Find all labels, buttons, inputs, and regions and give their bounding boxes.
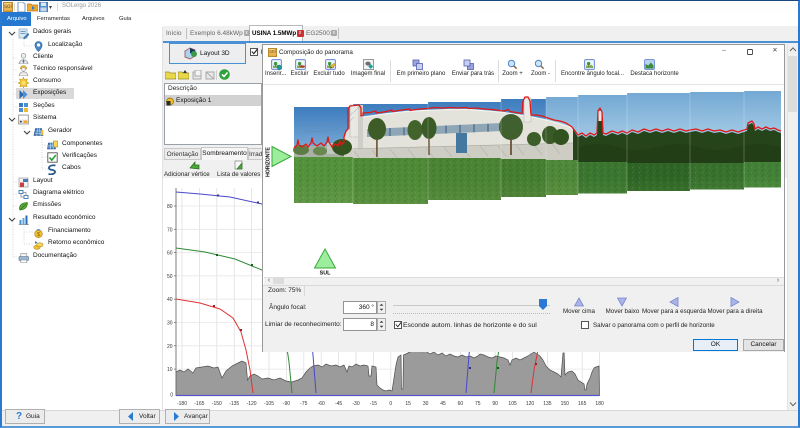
svg-text:-30: -30 (352, 401, 359, 407)
svg-text:-135: -135 (229, 401, 239, 407)
svg-text:70: 70 (167, 227, 173, 233)
svg-text:150: 150 (561, 401, 570, 407)
svg-text:30: 30 (167, 321, 173, 327)
svg-text:-120: -120 (247, 401, 257, 407)
svg-text:-75: -75 (300, 401, 307, 407)
svg-text:-150: -150 (212, 401, 222, 407)
svg-text:-45: -45 (335, 401, 342, 407)
svg-text:80: 80 (167, 204, 173, 210)
svg-text:-15: -15 (370, 401, 377, 407)
svg-text:30: 30 (423, 401, 429, 407)
svg-text:180: 180 (595, 401, 604, 407)
svg-text:$: $ (37, 232, 40, 238)
svg-text:HORIZONTE: HORIZONTE (266, 147, 272, 177)
svg-text:10: 10 (167, 367, 173, 373)
svg-text:105: 105 (508, 401, 517, 407)
svg-text:20: 20 (167, 344, 173, 350)
svg-text:-180: -180 (177, 401, 187, 407)
svg-text:165: 165 (578, 401, 587, 407)
svg-text:0: 0 (170, 393, 173, 399)
svg-text:120: 120 (526, 401, 535, 407)
svg-text:50: 50 (167, 274, 173, 280)
svg-text:45: 45 (440, 401, 446, 407)
svg-text:0: 0 (389, 401, 392, 407)
svg-text:-90: -90 (283, 401, 290, 407)
svg-text:60: 60 (458, 401, 464, 407)
svg-text:60: 60 (167, 251, 173, 257)
svg-text:15: 15 (405, 401, 411, 407)
svg-text:40: 40 (167, 297, 173, 303)
svg-text:SUL: SUL (320, 271, 331, 277)
svg-text:90: 90 (492, 401, 498, 407)
svg-text:-105: -105 (264, 401, 274, 407)
svg-text:75: 75 (475, 401, 481, 407)
svg-text:-60: -60 (318, 401, 325, 407)
svg-text:135: 135 (543, 401, 552, 407)
svg-text:-165: -165 (194, 401, 204, 407)
